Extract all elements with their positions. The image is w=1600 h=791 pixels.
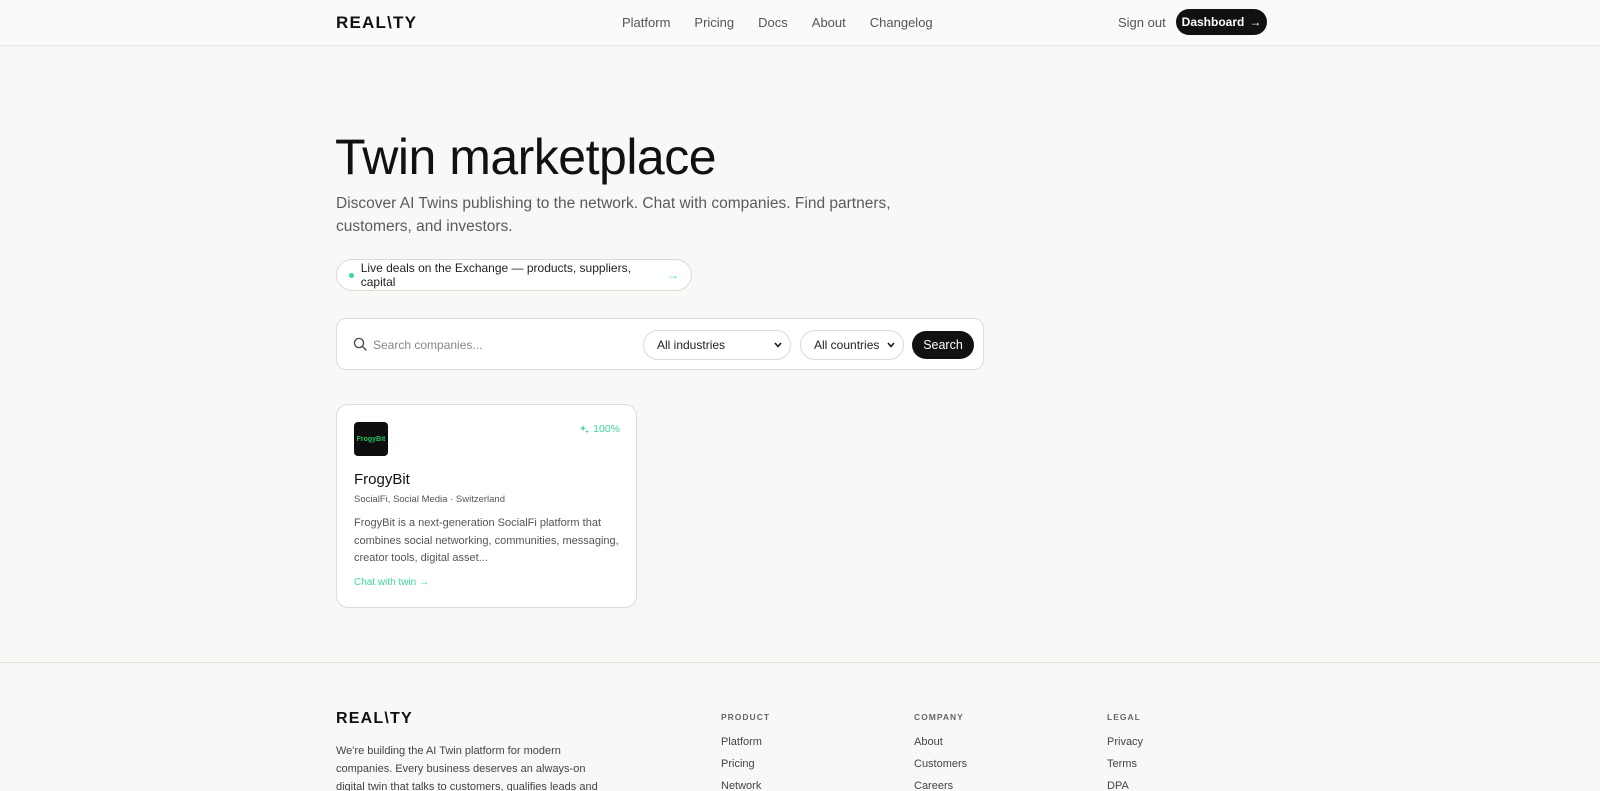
search-input[interactable]	[373, 331, 623, 359]
industry-select-value: All industries	[657, 338, 726, 352]
footer-link-privacy[interactable]: Privacy	[1107, 736, 1143, 750]
footer-heading-legal: LEGAL	[1107, 712, 1141, 722]
company-meta: SocialFi, Social Media · Switzerland	[354, 494, 506, 505]
page-subtitle: Discover AI Twins publishing to the netw…	[336, 195, 891, 235]
search-icon	[353, 337, 367, 351]
company-name: FrogyBit	[354, 471, 410, 488]
search-bar: All industries All countries Search	[336, 318, 984, 370]
company-logo: FrogyBit	[354, 422, 388, 456]
sign-out-link[interactable]: Sign out	[1118, 15, 1166, 30]
live-dot-icon	[349, 272, 354, 278]
footer-heading-product: PRODUCT	[721, 712, 771, 722]
nav-changelog[interactable]: Changelog	[870, 15, 933, 30]
footer-link-careers[interactable]: Careers	[914, 780, 967, 791]
footer-link-customers[interactable]: Customers	[914, 758, 967, 772]
footer-link-terms[interactable]: Terms	[1107, 758, 1143, 772]
footer-link-pricing[interactable]: Pricing	[721, 758, 770, 772]
footer-link-platform[interactable]: Platform	[721, 736, 770, 750]
chat-with-twin-label: Chat with twin	[354, 577, 417, 588]
top-header: REAL\TY Platform Pricing Docs About Chan…	[0, 0, 1600, 46]
twin-score-badge: 100%	[579, 423, 620, 435]
exchange-pill-label: Live deals on the Exchange — products, s…	[360, 261, 631, 289]
search-button[interactable]: Search	[912, 331, 974, 359]
footer-link-network[interactable]: Network	[721, 780, 770, 791]
dashboard-button[interactable]: Dashboard →	[1176, 9, 1267, 35]
arrow-right-icon: →	[419, 577, 430, 588]
arrow-right-icon: →	[667, 268, 679, 282]
country-select[interactable]: All countries	[800, 330, 904, 360]
company-card[interactable]: FrogyBit 100% FrogyBit SocialFi, Social …	[336, 404, 637, 608]
nav-platform[interactable]: Platform	[622, 15, 670, 30]
footer-column-legal: LEGAL Privacy Terms DPA	[1107, 712, 1143, 791]
twin-score-value: 100%	[593, 423, 620, 435]
footer-heading-company: COMPANY	[914, 712, 964, 722]
chat-with-twin-link[interactable]: Chat with twin →	[354, 577, 429, 588]
footer-tagline: We're building the AI Twin platform for …	[336, 745, 598, 791]
arrow-right-icon: →	[1249, 15, 1262, 29]
footer-column-company: COMPANY About Customers Careers	[914, 712, 967, 791]
page-title: Twin marketplace	[335, 129, 717, 185]
footer-divider	[0, 662, 1600, 663]
nav-docs[interactable]: Docs	[758, 15, 788, 30]
main-nav: Platform Pricing Docs About Changelog	[622, 15, 957, 30]
nav-about[interactable]: About	[812, 15, 846, 30]
nav-pricing[interactable]: Pricing	[694, 15, 734, 30]
footer-column-product: PRODUCT Platform Pricing Network	[721, 712, 770, 791]
footer-link-dpa[interactable]: DPA	[1107, 780, 1143, 791]
footer-logo[interactable]: REAL\TY	[336, 710, 413, 728]
country-select-value: All countries	[814, 338, 880, 352]
exchange-pill[interactable]: Live deals on the Exchange — products, s…	[336, 259, 692, 291]
chevron-down-icon	[774, 342, 782, 348]
logo[interactable]: REAL\TY	[336, 13, 417, 33]
sparkle-icon	[579, 424, 590, 433]
chevron-down-icon	[887, 342, 895, 348]
dashboard-label: Dashboard	[1181, 15, 1245, 29]
company-description: FrogyBit is a next-generation SocialFi p…	[354, 517, 619, 564]
footer-link-about[interactable]: About	[914, 736, 967, 750]
industry-select[interactable]: All industries	[643, 330, 791, 360]
